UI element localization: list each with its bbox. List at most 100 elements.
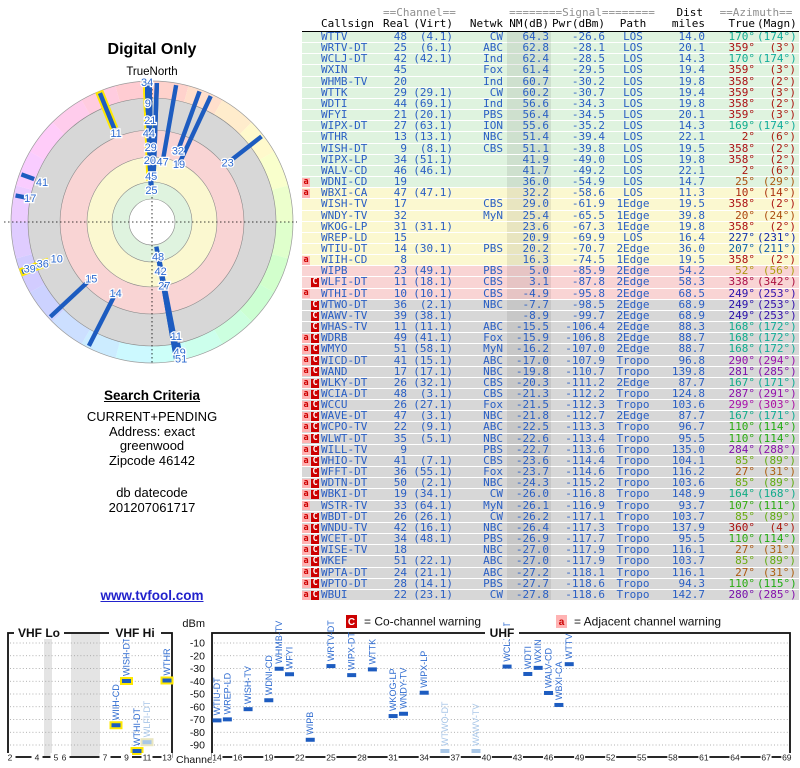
adjacent-channel-flag: a [302, 254, 311, 265]
adjacent-channel-flag: a [302, 533, 311, 544]
adjacent-channel-flag: a [302, 478, 311, 489]
channel-tick-label: 5 [54, 753, 59, 763]
polar-channel-label: 42 [155, 266, 167, 278]
signal-bar [502, 664, 512, 669]
band-label: UHF [490, 626, 515, 640]
table-row: WDTI 44 (69.1) Ind 56.6 -34.3 LOS 19.8 358° (2°) [302, 98, 799, 111]
warning-flags [302, 199, 319, 210]
warning-flags: aC [302, 478, 320, 489]
cochannel-flag: C [310, 310, 319, 321]
signal-bar [264, 698, 274, 703]
adjacent-channel-flag: a [302, 589, 311, 600]
signal-bar [162, 678, 172, 683]
table-row: a C WHIO-TV 41 (7.1) CBS -23.6 -114.4 Tropo 104.1… [302, 455, 799, 468]
table-body: WTTV 48 (4.1) CW 64.3 -26.6 LOS 14.0 170° (174°) W… [302, 31, 799, 601]
channel-axis-title: Channel [176, 754, 215, 766]
warning-flags: aC [302, 556, 320, 567]
warning-flags: C [302, 467, 319, 478]
warning-flags: a [302, 255, 319, 266]
table-row: WALV-CD 46 (46.1) 41.7 -49.2 LOS 22.1 2° (6°) [302, 163, 799, 178]
station-label: WTWO-DT [440, 701, 450, 746]
db-datecode-label: db datecode [116, 485, 188, 500]
search-mode: CURRENT+PENDING [86, 409, 218, 424]
warning-flags: C [302, 277, 319, 288]
signal-bar [419, 690, 429, 695]
table-row: a C WNDU-TV 42 (16.1) NBC -26.4 -117.3 Tropo 137.… [302, 522, 799, 535]
table-row: a C WCPO-TV 22 (9.1) ABC -22.5 -113.3 Tropo 96.7 1… [302, 422, 799, 434]
warning-flags: C [302, 300, 319, 311]
adjacent-channel-flag: a [302, 366, 311, 377]
table-row: a WTHI-DT 10 (10.1) CBS -4.9 -95.8 2Edge 68.5 249… [302, 288, 799, 300]
dbm-tick-label: -20 [190, 650, 205, 662]
channel-tick-label: 9 [124, 753, 129, 763]
signal-bar [285, 672, 295, 677]
warning-flags [302, 266, 319, 277]
cell-virt [407, 65, 453, 76]
cochannel-legend-symbol: C [348, 617, 355, 628]
cell-netwk [453, 222, 507, 233]
signal-bar [142, 740, 152, 745]
warning-flags: aC [302, 378, 320, 389]
uhf-panel-border [211, 632, 791, 758]
warning-flags: aC [302, 489, 320, 500]
station-label: WTTK [367, 639, 377, 665]
table-row: a C WMYO 51 (58.1) MyN -16.2 -107.0 2Edge 88.7 168… [302, 344, 799, 356]
table-row: a C WPTO-DT 28 (14.1) PBS -27.7 -118.6 Tropo 94.3… [302, 578, 799, 590]
signal-bar [305, 737, 315, 742]
station-label: WXIN [533, 639, 543, 663]
warning-flags: a [302, 501, 319, 512]
warning-flags: aC [302, 433, 320, 445]
table-row: C WFFT-DT 36 (55.1) Fox -23.7 -114.6 Tropo 116.2… [302, 466, 799, 479]
channel-tick-label: 19 [264, 753, 274, 763]
station-label: WNDY-TV [398, 668, 408, 709]
signal-bar [132, 749, 142, 753]
station-label: WREP-LD [222, 672, 232, 714]
cell-virt: (46.1) [413, 163, 453, 177]
cell-virt: (48.1) [413, 532, 453, 546]
dbm-tick-label: -60 [190, 701, 205, 713]
warning-flags [302, 121, 319, 132]
channel-tick-label: 37 [451, 753, 461, 763]
channel-tick-label: 52 [606, 753, 616, 763]
signal-bar [533, 665, 543, 670]
tvfool-link[interactable]: www.tvfool.com [100, 588, 203, 603]
cell-az-magn: (285°) [757, 587, 797, 601]
polar-channel-label: 39 [24, 264, 36, 276]
station-label: WAWV-TV [471, 704, 481, 746]
spectrum-gap-band [44, 634, 52, 756]
adjacent-channel-flag: a [302, 433, 311, 444]
warning-flags: aC [302, 422, 320, 433]
table-row: a C WDTN-DT 50 (2.1) NBC -24.3 -115.2 Tropo 103.6… [302, 477, 799, 490]
adjacent-channel-flag: a [302, 176, 311, 187]
cell-virt [407, 199, 453, 210]
warning-flags: aC [302, 589, 320, 601]
signal-bar [367, 667, 377, 672]
table-row: a WSTR-TV 33 (64.1) MyN -26.1 -116.9 Tropo 93.7 1… [302, 500, 799, 512]
cell-netwk [453, 155, 507, 166]
table-row: WHMB-TV 20 Ind 60.7 -30.2 LOS 19.8 358° (2°) [302, 76, 799, 88]
adjacent-channel-flag: a [302, 422, 311, 433]
warning-flags [302, 233, 319, 244]
table-row: WIPX-DT 27 (63.1) ION 55.6 -35.2 LOS 14.3 169° (1… [302, 120, 799, 133]
channel-tick-label: 46 [544, 753, 554, 763]
adjacent-channel-flag: a [302, 578, 311, 589]
adjacent-channel-flag: a [302, 511, 311, 522]
table-row: WREP-LD 15 20.9 -69.9 LOS 16.4 227° (231°) [302, 232, 799, 244]
table-row: a C WCIA-DT 48 (3.1) CBS -21.3 -112.2 Tropo 124.8… [302, 388, 799, 401]
cochannel-flag: C [310, 277, 319, 288]
warning-flags: C [302, 311, 319, 322]
signal-bar [398, 711, 408, 716]
signal-bar [212, 718, 222, 723]
channel-tick-label: 49 [575, 753, 585, 763]
channel-tick-label: 22 [295, 753, 305, 763]
search-address-type: Address: exact [109, 423, 195, 439]
channel-tick-label: 13 [162, 753, 172, 763]
warning-flags [302, 77, 319, 88]
station-label: WIPB [305, 712, 315, 735]
table-row: a C WLKY-DT 26 (32.1) CBS -20.3 -111.2 2Edge 87.7… [302, 377, 799, 389]
table-row: WNDY-TV 32 MyN 25.4 -65.5 1Edge 39.8 20° (24°) [302, 210, 799, 222]
warning-flags: aC [302, 344, 320, 355]
table-row: a C WBDT-DT 26 (26.1) CW -26.2 -117.1 Tropo 103.7… [302, 511, 799, 523]
adjacent-channel-flag: a [302, 187, 311, 198]
polar-channel-label: 44 [143, 128, 155, 140]
